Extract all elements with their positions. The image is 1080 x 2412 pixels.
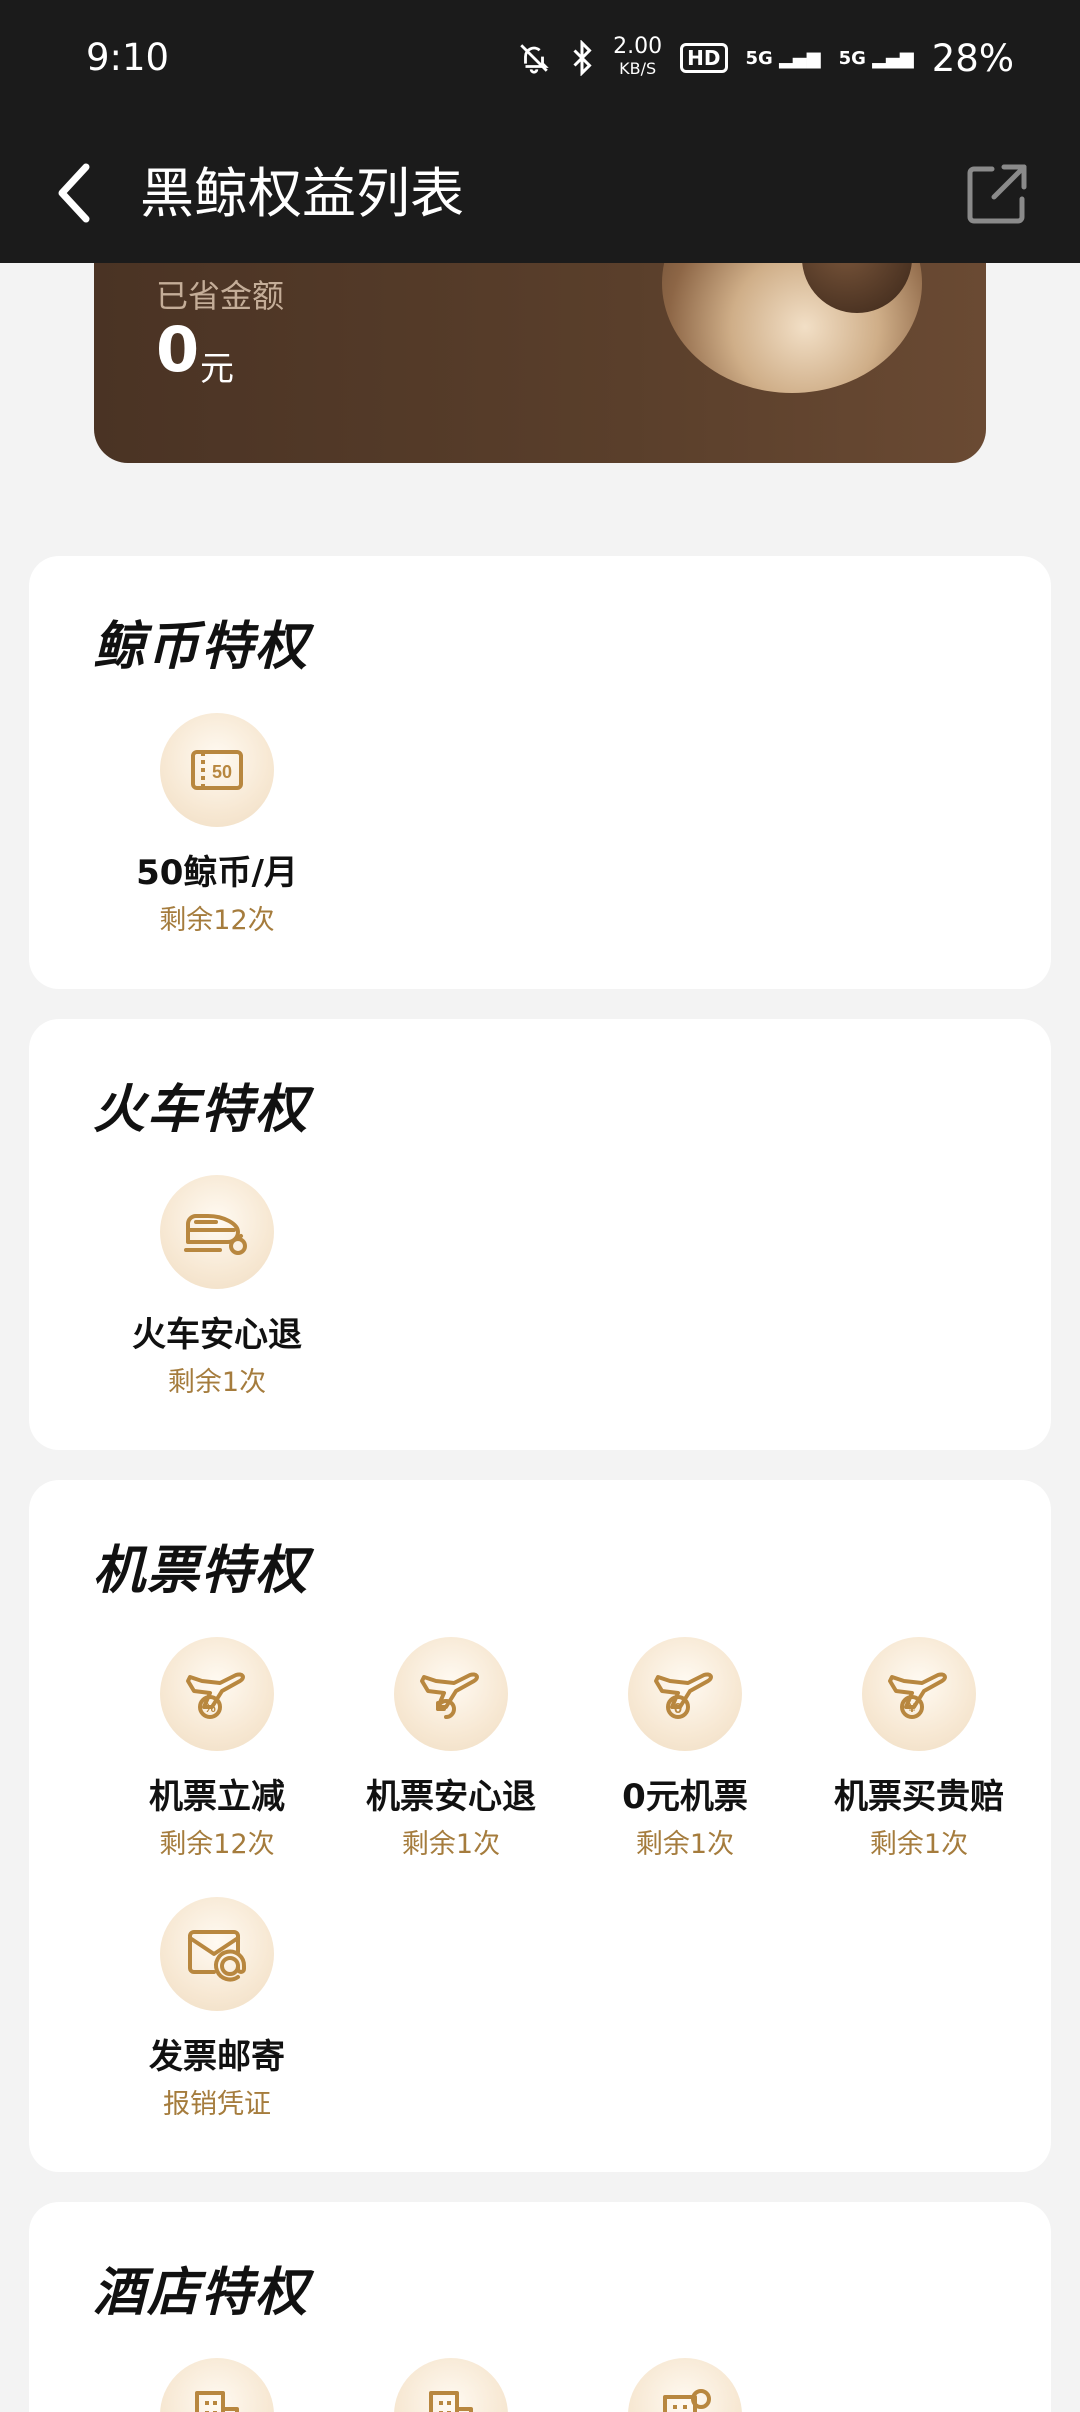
section-coin: 鲸币特权 50 50鲸币/月 剩余12次: [29, 556, 1051, 989]
net-speed-value: 2.00: [613, 34, 663, 59]
mute-bell-icon: [520, 44, 549, 74]
section-title: 鲸币特权: [93, 617, 310, 677]
net-speed-unit: KB/S: [619, 59, 657, 78]
section-train: 火车特权 火车安心退 剩余1次: [29, 1019, 1051, 1450]
benefit-item[interactable]: ¥ 机票买贵赔 剩余1次: [804, 1637, 1034, 1861]
section-flight: 机票特权 % 机票立减 剩余12次 机票安心退 剩余1次 0 0元机票 剩余1次…: [29, 1480, 1051, 2172]
share-button[interactable]: [962, 159, 1032, 229]
benefit-item[interactable]: % 机票立减 剩余12次: [102, 1637, 332, 1861]
savings-card: 已省金额 0 元: [94, 263, 986, 463]
hotel-refund-icon: [628, 2358, 742, 2412]
savings-unit: 元: [200, 349, 234, 389]
bluetooth-icon: [573, 40, 592, 76]
train-refund-icon: [160, 1175, 274, 1289]
svg-text:¥: ¥: [908, 1700, 916, 1715]
signal-5g-2: 5G ▂▄▆: [839, 48, 914, 69]
app-bar: 黑鲸权益列表: [0, 125, 1080, 263]
hero-decoration-inner: [802, 263, 912, 313]
battery-text: 28%: [931, 36, 1014, 80]
section-title: 机票特权: [93, 1541, 310, 1601]
hotel-building-icon: [394, 2358, 508, 2412]
benefit-remaining: 剩余1次: [401, 1829, 501, 1860]
benefit-remaining: 剩余1次: [869, 1829, 969, 1860]
benefit-remaining: 剩余1次: [167, 1367, 267, 1398]
coin-ticket-icon: 50: [160, 713, 274, 827]
invoice-mail-icon: [160, 1897, 274, 2011]
plane-refund-icon: [394, 1637, 508, 1751]
signal-5g-1: 5G ▂▄▆: [746, 48, 821, 69]
net2-label: 5G: [838, 47, 866, 69]
plane-price-icon: ¥: [862, 1637, 976, 1751]
status-time: 9:10: [86, 36, 170, 79]
svg-text:50: 50: [212, 762, 232, 782]
section-title: 火车特权: [93, 1080, 310, 1140]
hotel-icon: [160, 2358, 274, 2412]
benefit-item-partial[interactable]: [570, 2358, 800, 2412]
benefit-remaining: 剩余12次: [159, 905, 275, 936]
hd-badge: HD: [680, 43, 728, 73]
svg-text:0: 0: [674, 1700, 682, 1717]
benefit-remaining: 剩余12次: [159, 1829, 275, 1860]
svg-text:%: %: [204, 1700, 216, 1715]
benefit-name: 50鲸币/月: [136, 853, 298, 893]
signal-bars-icon: ▂▄▆: [872, 47, 914, 69]
benefit-name: 发票邮寄: [149, 2037, 285, 2077]
back-button[interactable]: [48, 153, 110, 233]
signal-bars-icon: ▂▄▆: [779, 47, 821, 69]
chevron-left-icon: [58, 163, 90, 223]
share-icon: [967, 164, 1027, 224]
benefit-item[interactable]: 火车安心退 剩余1次: [102, 1175, 332, 1399]
benefit-item-partial[interactable]: [102, 2358, 332, 2412]
benefit-item[interactable]: 0 0元机票 剩余1次: [570, 1637, 800, 1861]
savings-label: 已省金额: [156, 277, 285, 315]
benefit-remaining: 报销凭证: [163, 2089, 271, 2120]
plane-zero-icon: 0: [628, 1637, 742, 1751]
benefit-item[interactable]: 发票邮寄 报销凭证: [102, 1897, 332, 2121]
section-title: 酒店特权: [93, 2263, 310, 2323]
status-icons: 2.00 KB/S HD 5G ▂▄▆ 5G ▂▄▆ 28%: [517, 36, 1014, 80]
net1-label: 5G: [745, 47, 773, 69]
net-speed: 2.00 KB/S: [613, 36, 662, 80]
benefit-item[interactable]: 机票安心退 剩余1次: [336, 1637, 566, 1861]
plane-discount-icon: %: [160, 1637, 274, 1751]
benefit-name: 机票安心退: [366, 1777, 536, 1817]
benefit-name: 0元机票: [622, 1777, 748, 1817]
benefit-name: 火车安心退: [132, 1315, 302, 1355]
hero-decoration: [662, 263, 922, 393]
benefit-remaining: 剩余1次: [635, 1829, 735, 1860]
benefit-item-partial[interactable]: [336, 2358, 566, 2412]
status-bar: 9:10 2.00 KB/S HD 5G ▂▄▆ 5G ▂▄▆ 28%: [0, 0, 1080, 125]
benefit-name: 机票买贵赔: [834, 1777, 1004, 1817]
savings-amount: 0: [156, 313, 200, 386]
benefit-name: 机票立减: [149, 1777, 285, 1817]
page-title: 黑鲸权益列表: [140, 162, 464, 225]
benefit-item[interactable]: 50 50鲸币/月 剩余12次: [102, 713, 332, 937]
section-hotel: 酒店特权: [29, 2202, 1051, 2412]
